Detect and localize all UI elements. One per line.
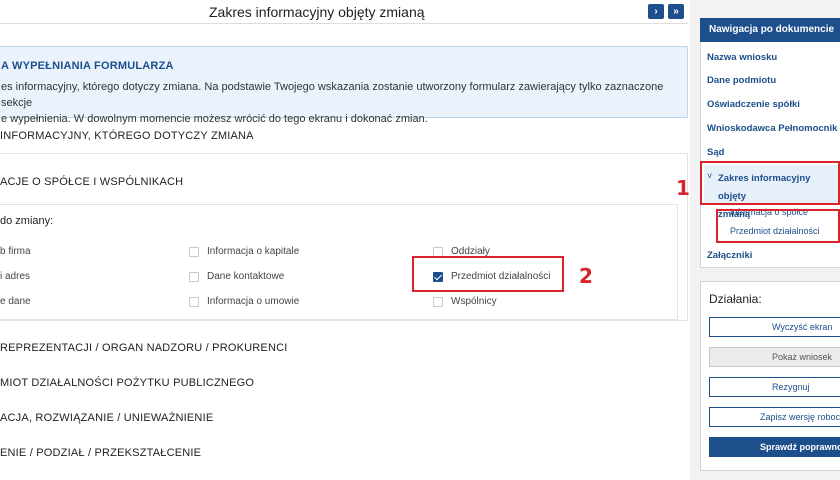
page-title: Zakres informacyjny objęty zmianą bbox=[209, 4, 425, 20]
section-heading-likwidacja[interactable]: ACJA, ROZWIĄZANIE / UNIEWAŻNIENIE bbox=[0, 412, 213, 424]
nav-item-wnioskodawca[interactable]: Wnioskodawca Pełnomocnik bbox=[707, 123, 837, 134]
scope-section-heading[interactable]: INFORMACYJNY, KTÓREGO DOTYCZY ZMIANA bbox=[0, 130, 254, 142]
option-label[interactable]: e dane bbox=[0, 296, 31, 307]
nav-item-sad[interactable]: Sąd bbox=[707, 147, 724, 158]
annotation-number-2: 2 bbox=[579, 264, 593, 288]
options-box bbox=[0, 204, 678, 320]
option-label[interactable]: Informacja o umowie bbox=[207, 296, 299, 307]
navigation-header: Nawigacja po dokumencie bbox=[700, 18, 840, 42]
nav-item-zalaczniki[interactable]: Załączniki bbox=[707, 250, 752, 261]
resign-button[interactable]: Rezygnuj bbox=[709, 377, 840, 397]
checkbox-dane-kontaktowe[interactable] bbox=[189, 272, 199, 282]
last-page-icon[interactable]: » bbox=[668, 4, 684, 19]
annotation-box-1b bbox=[716, 209, 840, 243]
actions-title: Działania: bbox=[709, 292, 762, 306]
annotation-number-1: 1 bbox=[676, 176, 690, 200]
instructions-line: e wypełnienia. W dowolnym momencie możes… bbox=[1, 113, 428, 125]
checkbox-wspolnicy[interactable] bbox=[433, 297, 443, 307]
save-draft-button[interactable]: Zapisz wersję roboczą bbox=[709, 407, 840, 427]
section-heading-opp[interactable]: MIOT DZIAŁALNOŚCI POŻYTKU PUBLICZNEGO bbox=[0, 377, 254, 389]
nav-item-dane-podmiotu[interactable]: Dane podmiotu bbox=[707, 75, 776, 86]
nav-item-nazwa-wniosku[interactable]: Nazwa wniosku bbox=[707, 52, 777, 63]
checkbox-informacja-o-kapitale[interactable] bbox=[189, 247, 199, 257]
instructions-title: A WYPEŁNIANIA FORMULARZA bbox=[1, 60, 174, 72]
change-label: do zmiany: bbox=[0, 215, 54, 227]
annotation-box-2 bbox=[412, 256, 564, 292]
section-heading-polaczenie[interactable]: ENIE / PODZIAŁ / PRZEKSZTAŁCENIE bbox=[0, 447, 201, 459]
annotation-box-1 bbox=[700, 161, 840, 205]
option-label[interactable]: Wspólnicy bbox=[451, 296, 497, 307]
instructions-line: es informacyjny, którego dotyczy zmiana.… bbox=[1, 81, 664, 109]
checkbox-informacja-o-umowie[interactable] bbox=[189, 297, 199, 307]
instructions-text: es informacyjny, którego dotyczy zmiana.… bbox=[1, 79, 681, 127]
option-label[interactable]: b firma bbox=[0, 246, 31, 257]
show-application-button[interactable]: Pokaż wniosek bbox=[709, 347, 840, 367]
nav-item-oswiadczenie-spolki[interactable]: Oświadczenie spółki bbox=[707, 99, 800, 110]
instructions-box: A WYPEŁNIANIA FORMULARZA es informacyjny… bbox=[0, 46, 688, 125]
option-label[interactable]: Informacja o kapitale bbox=[207, 246, 299, 257]
top-bar: Zakres informacyjny objęty zmianą › » bbox=[0, 0, 688, 24]
next-page-icon[interactable]: › bbox=[648, 4, 664, 19]
company-section-heading[interactable]: ACJE O SPÓŁCE I WSPÓLNIKACH bbox=[0, 176, 183, 188]
option-label[interactable]: Dane kontaktowe bbox=[207, 271, 284, 282]
validate-button[interactable]: Sprawdź poprawność bbox=[709, 437, 840, 457]
section-heading-reprezentacja[interactable]: REPREZENTACJI / ORGAN NADZORU / PROKUREN… bbox=[0, 342, 288, 354]
clear-screen-button[interactable]: Wyczyść ekran bbox=[709, 317, 840, 337]
option-label[interactable]: i adres bbox=[0, 271, 30, 282]
